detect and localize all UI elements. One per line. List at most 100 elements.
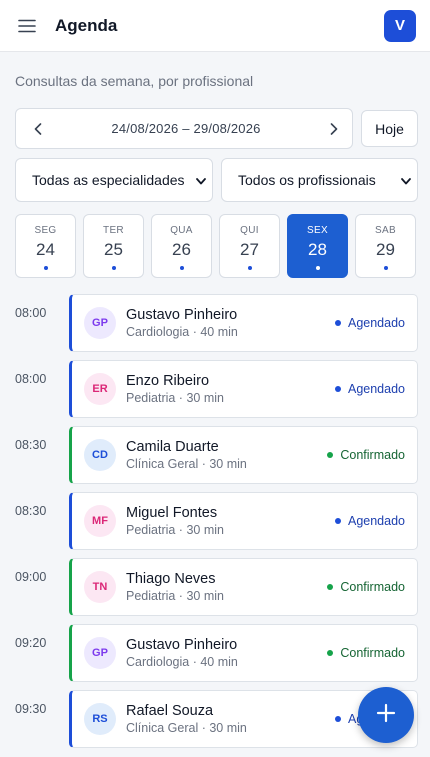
patient-name: Miguel Fontes [126,505,218,521]
appointments-list: 08:00 GP Gustavo Pinheiro Cardiologia · … [15,294,418,748]
appointment-time: 08:00 [15,306,47,320]
appointment-meta: Pediatria · 30 min [126,391,224,405]
status-dot [334,320,341,326]
status-badge: Agendado [334,382,405,396]
patient-name: Thiago Neves [126,571,216,587]
appointment-time: 08:00 [15,372,47,386]
appointment-row: 08:30 CD Camila Duarte Clínica Geral · 3… [15,426,418,484]
appointment-info: Camila Duarte Clínica Geral · 30 min [126,439,327,471]
day-name: QUA [170,225,193,236]
appointment-time: 08:30 [15,504,47,518]
day-tab[interactable]: SEX 28 [287,214,348,278]
status-badge: Confirmado [327,580,405,594]
status-label: Confirmado [340,448,405,462]
appointment-info: Miguel Fontes Pediatria · 30 min [126,505,335,537]
add-appointment-button[interactable] [358,687,414,743]
status-badge: Confirmado [327,448,405,462]
specialty-select-value: Todas as especialidades [32,172,185,188]
day-number: 26 [172,240,191,259]
day-name: QUI [240,225,259,236]
menu-icon[interactable] [16,15,38,37]
page-title: Agenda [55,15,118,35]
appointment-card[interactable]: GP Gustavo Pinheiro Cardiologia · 40 min… [69,294,418,352]
status-label: Agendado [347,514,405,528]
patient-avatar: TN [84,571,116,603]
filters-row: Todas as especialidades Todos os profiss… [15,158,418,202]
day-tab[interactable]: QUI 27 [219,214,280,278]
status-label: Confirmado [340,580,405,594]
patient-name: Camila Duarte [126,439,219,455]
appointment-info: Enzo Ribeiro Pediatria · 30 min [126,373,335,405]
appointment-info: Gustavo Pinheiro Cardiologia · 40 min [126,307,335,339]
appointments-dot [179,266,184,270]
status-badge: Agendado [334,316,405,330]
status-dot [327,584,334,590]
patient-avatar: ER [84,373,116,405]
professional-select-value: Todos os profissionais [238,172,376,188]
patient-avatar: GP [84,307,116,339]
appointment-meta: Pediatria · 30 min [126,523,224,537]
status-label: Confirmado [340,646,405,660]
appointment-meta: Clínica Geral · 30 min [126,721,247,735]
week-day-selector: SEG 24 TER 25 QUA 26 QUI 27 SEX 28 SAB 2… [15,214,418,278]
chevron-down-icon [401,172,411,188]
user-avatar[interactable]: V [384,9,416,42]
date-range-picker: 24/08/2026 – 29/08/2026 [15,108,353,149]
day-tab[interactable]: SEG 24 [15,214,76,278]
appointments-dot [111,266,116,270]
patient-name: Rafael Souza [126,703,214,719]
status-dot [334,518,341,524]
appointment-card[interactable]: ER Enzo Ribeiro Pediatria · 30 min Agend… [69,360,418,418]
date-range-row: 24/08/2026 – 29/08/2026 Hoje [15,108,418,149]
day-tab[interactable]: QUA 26 [151,214,212,278]
appointments-dot [247,266,252,270]
chevron-down-icon [196,172,206,188]
appointment-row: 09:00 TN Thiago Neves Pediatria · 30 min… [15,558,418,616]
status-badge: Confirmado [327,646,405,660]
agenda-app: Agenda V Consultas da semana, por profis… [0,0,430,757]
appointment-row: 08:00 GP Gustavo Pinheiro Cardiologia · … [15,294,418,352]
day-tab[interactable]: TER 25 [83,214,144,278]
appointment-card[interactable]: CD Camila Duarte Clínica Geral · 30 min … [69,426,418,484]
appointments-dot [383,266,388,270]
status-label: Agendado [347,316,405,330]
appointment-meta: Cardiologia · 40 min [126,655,238,669]
appointment-row: 08:30 MF Miguel Fontes Pediatria · 30 mi… [15,492,418,550]
day-name: TER [103,225,124,236]
appointment-row: 09:20 GP Gustavo Pinheiro Cardiologia · … [15,624,418,682]
status-dot [327,452,334,458]
day-number: 24 [36,240,55,259]
day-tab[interactable]: SAB 29 [355,214,416,278]
chevron-left-icon[interactable] [30,121,46,137]
appointment-info: Thiago Neves Pediatria · 30 min [126,571,327,603]
patient-name: Gustavo Pinheiro [126,307,238,323]
appointment-info: Gustavo Pinheiro Cardiologia · 40 min [126,637,327,669]
date-range-text: 24/08/2026 – 29/08/2026 [111,121,261,136]
today-button[interactable]: Hoje [361,110,418,147]
appointment-time: 09:20 [15,636,47,650]
appointment-meta: Clínica Geral · 30 min [126,457,247,471]
appointment-time: 09:00 [15,570,47,584]
professional-select[interactable]: Todos os profissionais [221,158,418,202]
appointment-card[interactable]: GP Gustavo Pinheiro Cardiologia · 40 min… [69,624,418,682]
patient-name: Enzo Ribeiro [126,373,210,389]
specialty-select[interactable]: Todas as especialidades [15,158,213,202]
patient-avatar: CD [84,439,116,471]
appointment-card[interactable]: TN Thiago Neves Pediatria · 30 min Confi… [69,558,418,616]
day-name: SEX [307,225,328,236]
appointment-info: Rafael Souza Clínica Geral · 30 min [126,703,335,735]
chevron-right-icon[interactable] [326,121,342,137]
appointment-card[interactable]: MF Miguel Fontes Pediatria · 30 min Agen… [69,492,418,550]
day-name: SEG [34,225,57,236]
status-dot [334,716,341,722]
patient-avatar: RS [84,703,116,735]
day-number: 29 [376,240,395,259]
appointment-time: 09:30 [15,702,47,716]
app-header: Agenda V [0,0,430,52]
status-badge: Agendado [334,514,405,528]
day-number: 28 [308,240,327,259]
status-label: Agendado [347,382,405,396]
appointment-row: 08:00 ER Enzo Ribeiro Pediatria · 30 min… [15,360,418,418]
appointments-dot [43,266,48,270]
day-number: 27 [240,240,259,259]
